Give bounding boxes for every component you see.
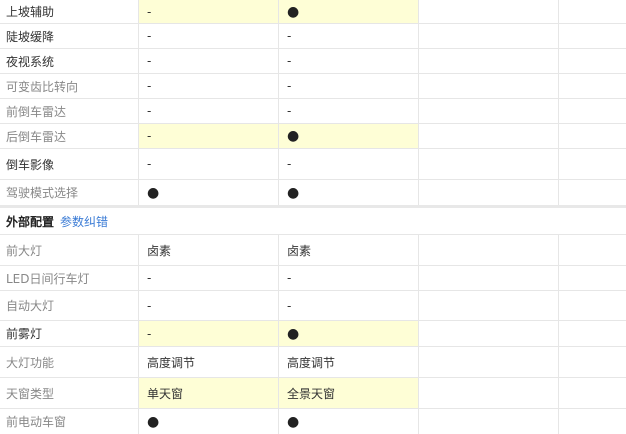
table-row: 前雾灯 - ● xyxy=(0,321,626,347)
value-cell: - xyxy=(139,99,279,123)
value-cell: - xyxy=(279,266,419,290)
table-row: 陡坡缓降 - - xyxy=(0,24,626,49)
row-label: 自动大灯 xyxy=(0,291,139,320)
empty-cell xyxy=(419,74,559,98)
table-row: 前电动车窗 ● ● xyxy=(0,409,626,434)
empty-cell xyxy=(559,49,626,73)
value-cell: - xyxy=(279,291,419,320)
empty-cell xyxy=(559,291,626,320)
empty-cell xyxy=(419,180,559,205)
empty-cell xyxy=(559,0,626,23)
value-cell: - xyxy=(139,124,279,148)
empty-cell xyxy=(419,266,559,290)
empty-cell xyxy=(419,235,559,265)
table-row: 大灯功能 高度调节 高度调节 xyxy=(0,347,626,378)
empty-cell xyxy=(419,99,559,123)
value-cell: 单天窗 xyxy=(139,378,279,408)
report-error-link[interactable]: 参数纠错 xyxy=(60,213,108,230)
value-cell: - xyxy=(279,24,419,48)
value-cell: 全景天窗 xyxy=(279,378,419,408)
table-row: 前大灯 卤素 卤素 xyxy=(0,235,626,266)
table-row: 后倒车雷达 - ● xyxy=(0,124,626,149)
value-cell: 高度调节 xyxy=(139,347,279,377)
row-label: 大灯功能 xyxy=(0,347,139,377)
empty-cell xyxy=(559,321,626,346)
row-label: 天窗类型 xyxy=(0,378,139,408)
empty-cell xyxy=(559,378,626,408)
empty-cell xyxy=(419,378,559,408)
empty-cell xyxy=(419,124,559,148)
value-cell: - xyxy=(139,266,279,290)
row-label: 前电动车窗 xyxy=(0,409,139,434)
empty-cell xyxy=(419,347,559,377)
value-cell: ● xyxy=(139,180,279,205)
value-cell: - xyxy=(139,24,279,48)
empty-cell xyxy=(419,321,559,346)
row-label: 前倒车雷达 xyxy=(0,99,139,123)
value-cell: ● xyxy=(279,409,419,434)
empty-cell xyxy=(419,24,559,48)
value-cell: 卤素 xyxy=(279,235,419,265)
table-row: 可变齿比转向 - - xyxy=(0,74,626,99)
empty-cell xyxy=(559,235,626,265)
value-cell: ● xyxy=(139,409,279,434)
table-row: 上坡辅助 - ● xyxy=(0,0,626,24)
empty-cell xyxy=(559,124,626,148)
row-label: 倒车影像 xyxy=(0,149,139,179)
value-cell: - xyxy=(139,74,279,98)
value-cell: ● xyxy=(279,321,419,346)
row-label: 上坡辅助 xyxy=(0,0,139,23)
value-cell: 高度调节 xyxy=(279,347,419,377)
value-cell: - xyxy=(279,74,419,98)
value-cell: ● xyxy=(279,180,419,205)
empty-cell xyxy=(419,291,559,320)
value-cell: - xyxy=(139,0,279,23)
row-label: 可变齿比转向 xyxy=(0,74,139,98)
empty-cell xyxy=(559,24,626,48)
value-cell: - xyxy=(139,149,279,179)
empty-cell xyxy=(419,49,559,73)
table-row: 自动大灯 - - xyxy=(0,291,626,321)
row-label: 后倒车雷达 xyxy=(0,124,139,148)
table-row: 倒车影像 - - xyxy=(0,149,626,180)
empty-cell xyxy=(559,409,626,434)
empty-cell xyxy=(559,74,626,98)
value-cell: - xyxy=(279,49,419,73)
value-cell: - xyxy=(279,149,419,179)
empty-cell xyxy=(559,149,626,179)
empty-cell xyxy=(559,99,626,123)
value-cell: - xyxy=(139,321,279,346)
empty-cell xyxy=(419,0,559,23)
table-row: 夜视系统 - - xyxy=(0,49,626,74)
value-cell: - xyxy=(279,99,419,123)
table-row: 天窗类型 单天窗 全景天窗 xyxy=(0,378,626,409)
row-label: 陡坡缓降 xyxy=(0,24,139,48)
empty-cell xyxy=(559,266,626,290)
value-cell: 卤素 xyxy=(139,235,279,265)
table-row: 前倒车雷达 - - xyxy=(0,99,626,124)
value-cell: ● xyxy=(279,124,419,148)
row-label: 前雾灯 xyxy=(0,321,139,346)
value-cell: ● xyxy=(279,0,419,23)
empty-cell xyxy=(419,149,559,179)
empty-cell xyxy=(559,347,626,377)
row-label: 前大灯 xyxy=(0,235,139,265)
row-label: LED日间行车灯 xyxy=(0,266,139,290)
empty-cell xyxy=(559,180,626,205)
table-row: LED日间行车灯 - - xyxy=(0,266,626,291)
section-title: 外部配置 xyxy=(6,214,55,229)
table-row: 驾驶模式选择 ● ● xyxy=(0,180,626,205)
empty-cell xyxy=(419,409,559,434)
row-label: 夜视系统 xyxy=(0,49,139,73)
value-cell: - xyxy=(139,49,279,73)
section-header: 外部配置 参数纠错 xyxy=(0,205,626,235)
value-cell: - xyxy=(139,291,279,320)
row-label: 驾驶模式选择 xyxy=(0,180,139,205)
